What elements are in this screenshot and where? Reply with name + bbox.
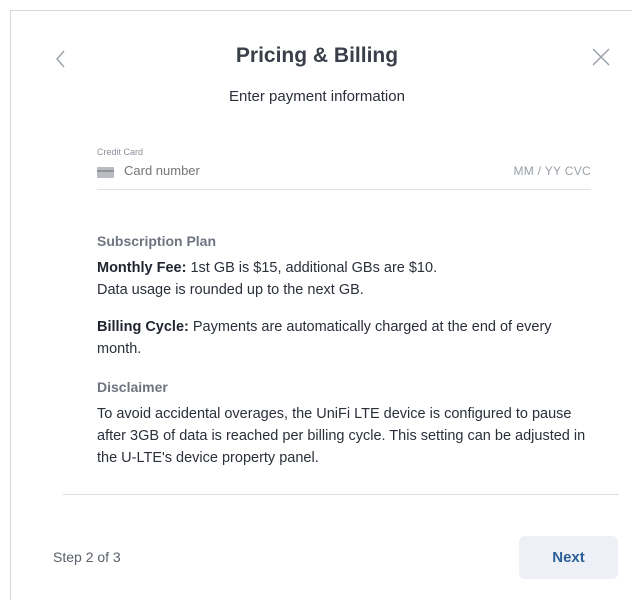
- disclaimer-text: To avoid accidental overages, the UniFi …: [97, 406, 586, 466]
- monthly-fee-text: Monthly Fee: 1st GB is $15, additional G…: [97, 257, 587, 279]
- close-icon: [592, 48, 610, 66]
- subscription-plan-heading: Subscription Plan: [97, 233, 217, 249]
- credit-card-row: MM / YY CVC: [97, 163, 591, 190]
- monthly-fee-label: Monthly Fee:: [97, 260, 187, 276]
- pricing-billing-dialog: Pricing & Billing Enter payment informat…: [10, 10, 632, 600]
- next-button[interactable]: Next: [519, 536, 618, 579]
- dialog-title: Pricing & Billing: [235, 44, 399, 67]
- monthly-fee-value: 1st GB is $15, additional GBs are $10.: [186, 260, 438, 276]
- credit-card-field: Credit Card MM / YY CVC: [97, 147, 591, 190]
- credit-card-icon: [97, 167, 114, 178]
- dialog-subtitle: Enter payment information: [229, 88, 405, 105]
- expiry-cvc-input[interactable]: MM / YY CVC: [513, 164, 591, 178]
- disclaimer-heading: Disclaimer: [97, 379, 168, 395]
- rounding-text: Data usage is rounded up to the next GB.: [97, 282, 364, 298]
- plan-details-scroll[interactable]: Subscription Plan Monthly Fee: 1st GB is…: [97, 233, 587, 494]
- step-indicator: Step 2 of 3: [53, 549, 121, 565]
- billing-cycle-text: Billing Cycle: Payments are automaticall…: [97, 316, 587, 360]
- credit-card-label: Credit Card: [97, 147, 144, 157]
- close-button[interactable]: [589, 45, 613, 69]
- footer-divider: [63, 494, 619, 495]
- billing-cycle-label: Billing Cycle:: [97, 319, 189, 335]
- card-number-input[interactable]: [124, 163, 424, 178]
